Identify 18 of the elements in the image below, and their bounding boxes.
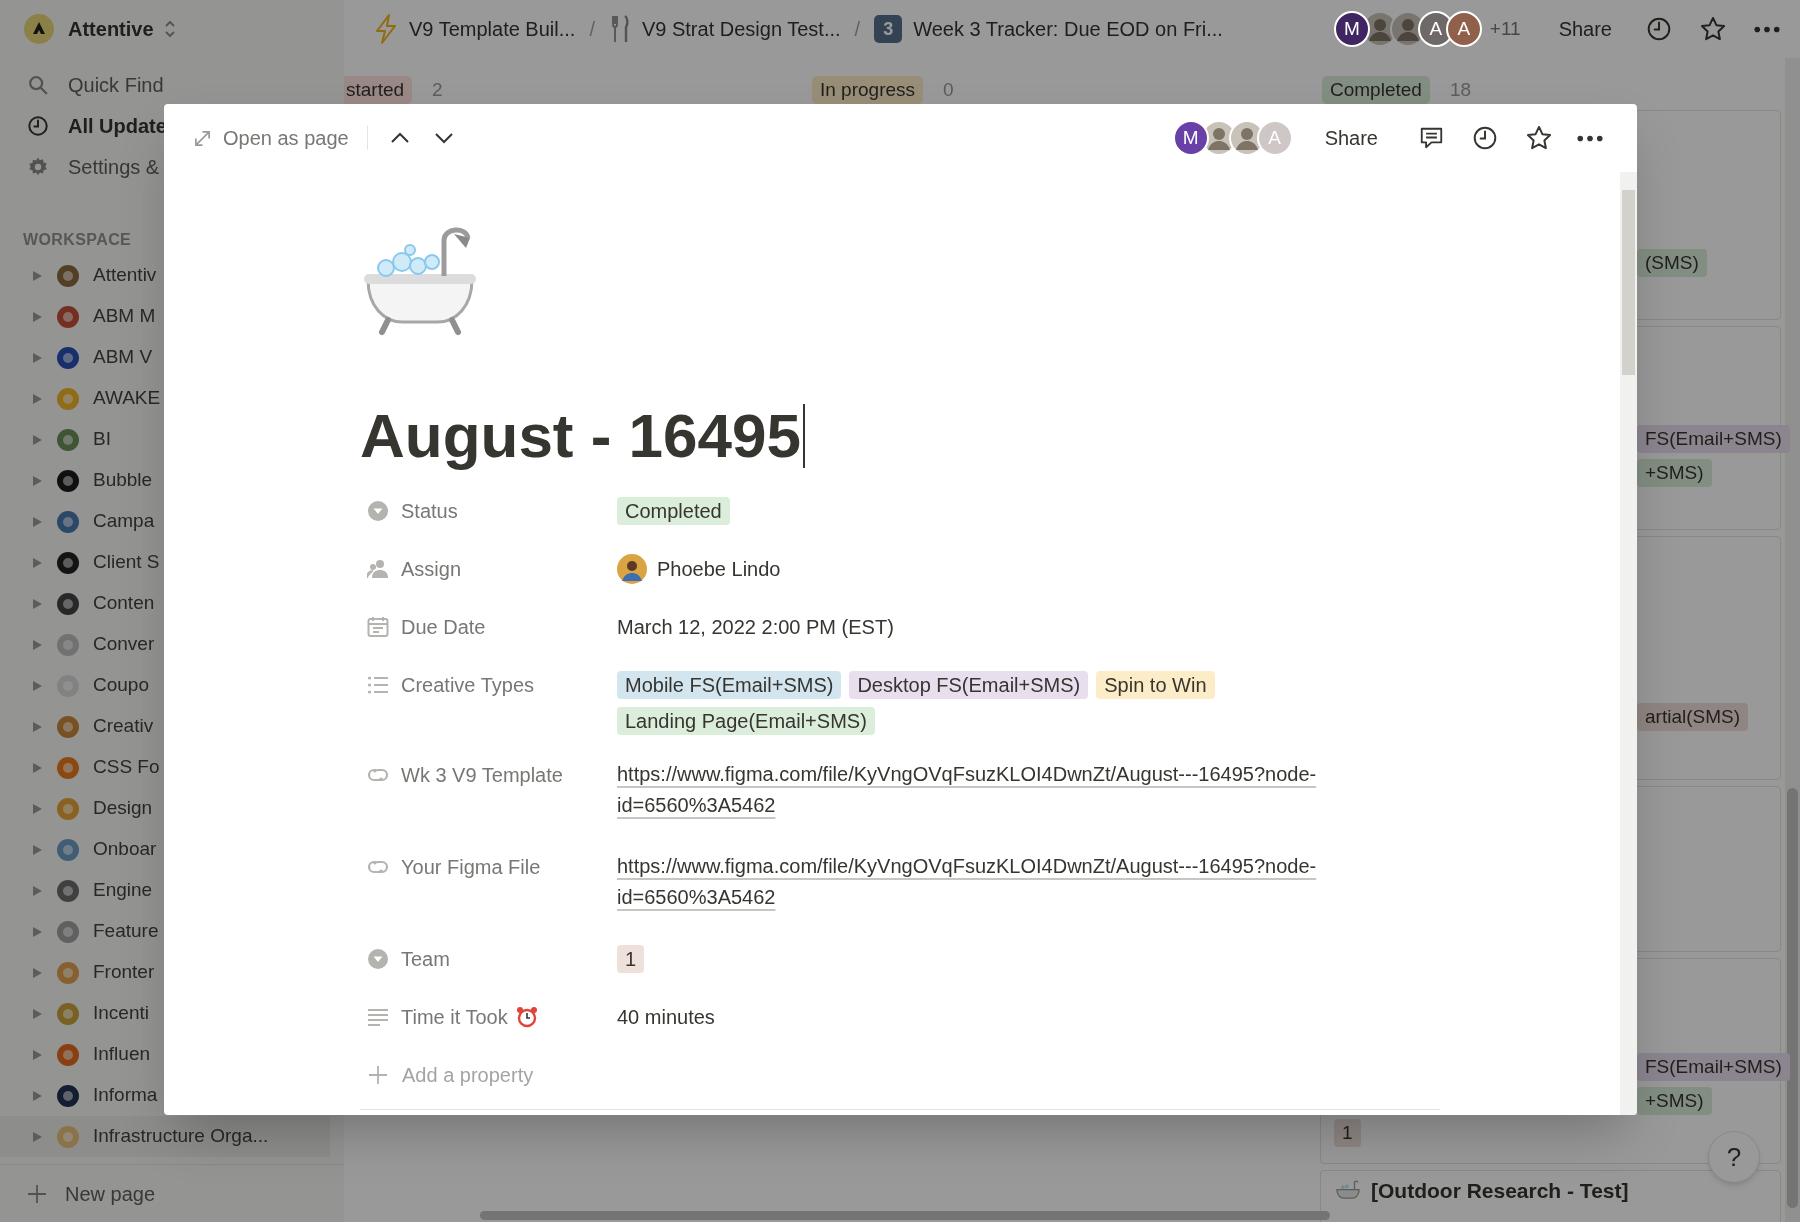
section-heading: WORKSPACE (22, 230, 133, 250)
tag: +SMS) (1637, 459, 1712, 487)
tag: +SMS) (1637, 1087, 1712, 1115)
status-tag: started (344, 76, 413, 104)
keycap-icon: 3 (874, 15, 903, 43)
tag: FS(Email+SMS) (1637, 1053, 1790, 1081)
count-label: 18 (1449, 77, 1472, 102)
count-label: 0 (943, 77, 954, 102)
count-label: 2 (432, 77, 443, 102)
breadcrumb-separator: / (589, 17, 595, 42)
tag: 1 (1334, 1119, 1361, 1147)
breadcrumb-separator: / (854, 17, 861, 42)
tag: (SMS) (1637, 249, 1707, 277)
status-tag: Completed (1322, 76, 1430, 104)
tag: FS(Email+SMS) (1637, 425, 1790, 453)
tag: artial(SMS) (1637, 703, 1748, 731)
status-tag: In progress (812, 76, 924, 104)
card-title: [Outdoor Research - Test] (1371, 1178, 1629, 1204)
